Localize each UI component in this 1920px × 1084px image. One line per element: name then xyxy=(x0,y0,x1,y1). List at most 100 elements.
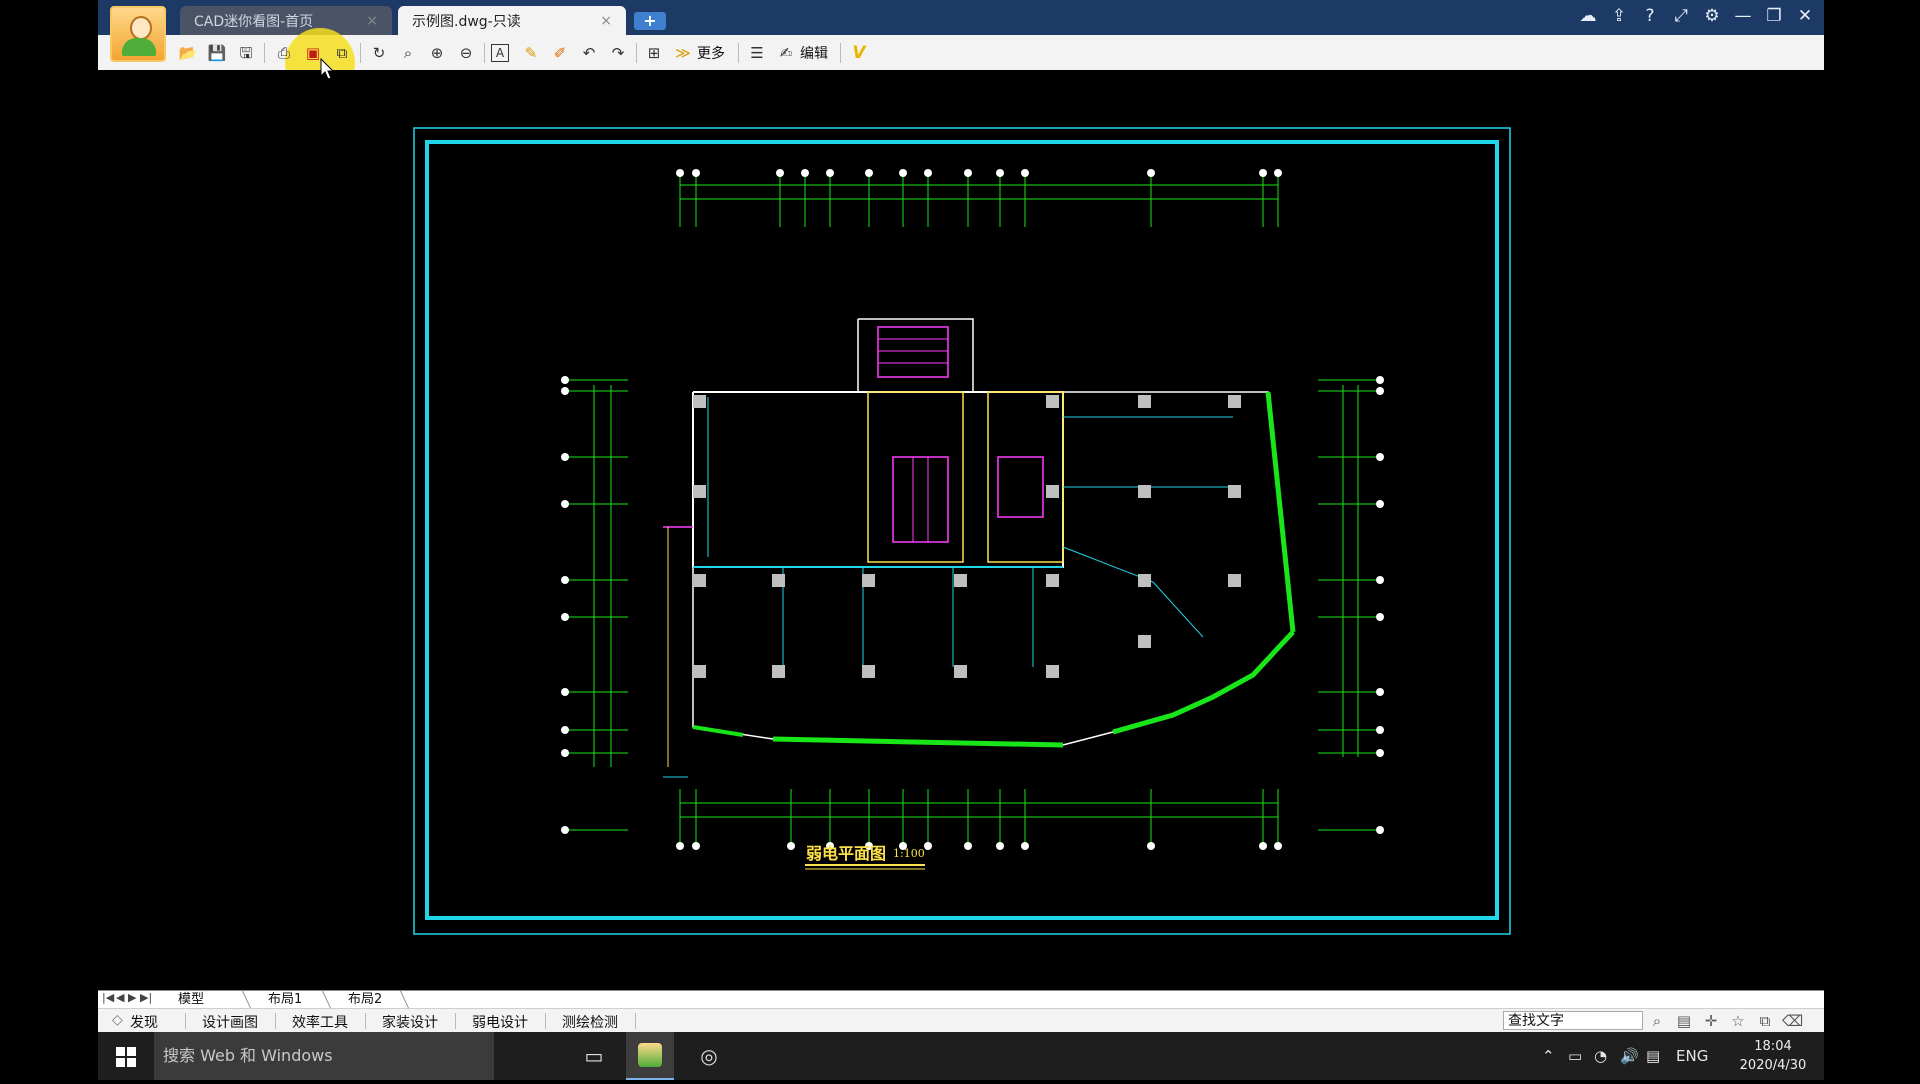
cloud-icon[interactable]: ☁ xyxy=(1577,4,1599,28)
bottom-menu-bar: ◇ 发现 设计画图 效率工具 家装设计 弱电设计 测绘检测 查找文字 ⌕ ▤ ✛… xyxy=(98,1008,1824,1033)
restore-icon[interactable]: ❐ xyxy=(1763,4,1785,28)
window-controls: ☁ ⇪ ? ⤢ ⚙ — ❐ ✕ xyxy=(1577,4,1816,28)
windows-logo-pane xyxy=(127,1047,136,1056)
menu-divider xyxy=(635,1013,636,1029)
prev-layout-icon[interactable]: ◀ xyxy=(116,991,124,1004)
tab-drawing-label: 示例图.dwg-只读 xyxy=(412,13,521,30)
share-icon[interactable]: ⇪ xyxy=(1608,4,1630,28)
measure-icon[interactable]: ⊞ xyxy=(643,42,665,64)
new-tab-button[interactable]: + xyxy=(634,12,666,30)
image-export-icon[interactable]: ⧉ xyxy=(331,42,353,64)
menu-efficiency-tools[interactable]: 效率工具 xyxy=(292,1012,348,1032)
first-layout-icon[interactable]: |◀ xyxy=(102,991,114,1004)
save-as-icon[interactable]: 🖫 xyxy=(235,42,257,64)
clock-date: 2020/4/30 xyxy=(1739,1058,1807,1073)
show-hidden-icons-icon[interactable]: ⌃ xyxy=(1542,1032,1555,1080)
zoom-all-icon[interactable]: ⊕ xyxy=(426,42,448,64)
structural-columns xyxy=(693,395,1241,678)
toolbar: 📂 💾 🖫 ⎙ ▣ ⧉ ↻ ⌕ ⊕ ⊖ A ✎ ✐ ↶ ↷ ⊞ ≫ 更多 ☰ ✍… xyxy=(98,28,1824,98)
minimize-icon[interactable]: — xyxy=(1732,4,1754,28)
open-icon[interactable]: 📂 xyxy=(177,42,199,64)
cad-app-taskbar-icon[interactable] xyxy=(626,1032,674,1080)
zoom-window-icon[interactable]: ⌕ xyxy=(397,42,419,64)
notification-icon[interactable]: ▤ xyxy=(1646,1032,1660,1080)
right-axis-bubbles xyxy=(1376,376,1384,834)
windows-logo-icon xyxy=(116,1047,125,1056)
menu-home-design[interactable]: 家装设计 xyxy=(382,1012,438,1032)
layers-icon[interactable]: ☰ xyxy=(746,42,768,64)
toolbar-divider xyxy=(840,43,841,63)
layout-tab-bar: |◀ ◀ ▶ ▶| 模型 布局1 布局2 xyxy=(98,990,1824,1008)
start-button[interactable] xyxy=(98,1032,154,1080)
cad-viewer-window: CAD迷你看图-首页 × 示例图.dwg-只读 × + ☁ ⇪ ? ⤢ ⚙ — … xyxy=(98,0,1824,1033)
menu-discover[interactable]: 发现 xyxy=(130,1012,158,1032)
menu-divider xyxy=(365,1013,366,1029)
menu-divider xyxy=(275,1013,276,1029)
discover-icon: ◇ xyxy=(112,1012,123,1028)
tab-drawing-close-icon[interactable]: × xyxy=(600,13,612,29)
tab-drawing[interactable]: 示例图.dwg-只读 × xyxy=(398,6,626,35)
star-icon[interactable]: ☆ xyxy=(1728,1012,1748,1030)
volume-icon[interactable]: 🔊 xyxy=(1620,1032,1639,1080)
pencil-icon[interactable]: ✎ xyxy=(520,42,542,64)
menu-divider xyxy=(545,1013,546,1029)
inner-frame xyxy=(425,140,1499,920)
zoom-icon[interactable]: ⊖ xyxy=(455,42,477,64)
tab-home-label: CAD迷你看图-首页 xyxy=(194,13,314,30)
wifi-icon[interactable]: ◔ xyxy=(1594,1032,1607,1080)
search-icon[interactable]: ⌕ xyxy=(1647,1012,1667,1030)
battery-icon[interactable]: ▭ xyxy=(1568,1032,1582,1080)
layout-tab-divider xyxy=(400,991,409,1008)
building-walls xyxy=(663,318,1296,778)
menu-survey-inspection[interactable]: 测绘检测 xyxy=(562,1012,618,1032)
undo-icon[interactable]: ↶ xyxy=(578,42,600,64)
more-button[interactable]: 更多 xyxy=(697,43,725,63)
copy-icon[interactable]: ⧉ xyxy=(1755,1012,1775,1030)
settings-icon[interactable]: ⚙ xyxy=(1701,4,1723,28)
top-axis-bubbles xyxy=(676,169,1282,177)
redo-icon[interactable]: ↷ xyxy=(607,42,629,64)
last-layout-icon[interactable]: ▶| xyxy=(140,991,152,1004)
recorder-app-icon[interactable]: ◎ xyxy=(685,1032,733,1080)
close-icon[interactable]: ✕ xyxy=(1794,4,1816,28)
edit-button[interactable]: 编辑 xyxy=(800,43,828,63)
task-view-icon[interactable]: ▭ xyxy=(570,1032,618,1080)
help-icon[interactable]: ? xyxy=(1639,4,1661,28)
markup-icon[interactable]: ✐ xyxy=(549,42,571,64)
eraser-icon[interactable]: ⌫ xyxy=(1782,1012,1803,1030)
menu-design-drawing[interactable]: 设计画图 xyxy=(202,1012,258,1032)
print-icon[interactable]: ⎙ xyxy=(273,42,295,64)
find-text-input[interactable]: 查找文字 xyxy=(1503,1011,1643,1030)
next-layout-icon[interactable]: ▶ xyxy=(128,991,136,1004)
more-icon[interactable]: ≫ xyxy=(672,42,694,64)
pan-icon[interactable]: ↻ xyxy=(368,42,390,64)
vip-icon[interactable]: V xyxy=(848,42,870,64)
fullscreen-icon[interactable]: ⤢ xyxy=(1670,4,1692,28)
system-clock[interactable]: 18:04 2020/4/30 xyxy=(1738,1037,1808,1075)
mouse-cursor xyxy=(320,58,334,80)
toolbar-divider xyxy=(636,43,637,63)
edit-icon[interactable]: ✍ xyxy=(775,42,797,64)
language-indicator[interactable]: ENG xyxy=(1676,1032,1708,1080)
bottom-dimensions xyxy=(679,789,1279,847)
crosshair-icon[interactable]: ✛ xyxy=(1701,1012,1721,1030)
menu-weak-current-design[interactable]: 弱电设计 xyxy=(472,1012,528,1032)
tab-layout2[interactable]: 布局2 xyxy=(330,991,400,1008)
drawing-scale: 1:100 xyxy=(893,847,925,860)
tab-home-close-icon[interactable]: × xyxy=(366,13,378,29)
page-icon[interactable]: ▤ xyxy=(1674,1012,1694,1030)
tab-home[interactable]: CAD迷你看图-首页 × xyxy=(180,6,392,35)
menu-divider xyxy=(185,1013,186,1029)
app-logo[interactable] xyxy=(110,6,166,62)
tab-model[interactable]: 模型 xyxy=(160,991,223,1008)
toolbar-divider xyxy=(738,43,739,63)
tab-layout1[interactable]: 布局1 xyxy=(250,991,320,1008)
toolbar-divider xyxy=(360,43,361,63)
drawing-canvas[interactable]: 弱电平面图 1:100 xyxy=(98,70,1824,990)
left-axis-bubbles xyxy=(561,376,569,834)
taskbar-search[interactable]: 搜索 Web 和 Windows xyxy=(154,1032,494,1080)
text-icon[interactable]: A xyxy=(491,44,509,62)
outer-frame xyxy=(413,127,1511,935)
save-icon[interactable]: 💾 xyxy=(206,42,228,64)
windows-logo-pane xyxy=(116,1058,125,1067)
